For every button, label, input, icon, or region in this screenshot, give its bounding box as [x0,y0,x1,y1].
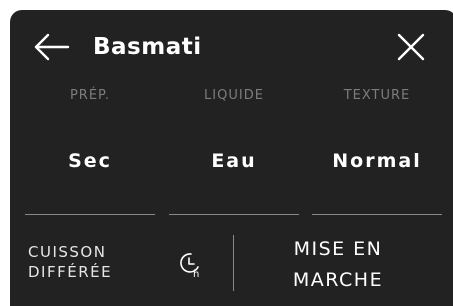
delay-time-button[interactable]: h [178,250,204,280]
cooking-program-screen: Basmati PRÉP. Sec LIQUIDE Eau TEXTURE No… [10,10,453,306]
header: Basmati [10,10,453,80]
start-label-line2: MARCHE [292,269,384,291]
delayed-cooking-button[interactable]: CUISSON DIFFÉRÉE [28,242,112,282]
clock-unit-label: h [193,269,199,280]
setting-value-texture[interactable]: Normal [312,150,442,172]
setting-underline [25,214,155,215]
clock-hours-icon: h [180,253,199,280]
setting-value-prep[interactable]: Sec [25,150,155,172]
setting-label: PRÉP. [69,88,111,103]
delayed-cooking-label-line2: DIFFÉRÉE [28,263,113,281]
setting-label: TEXTURE [343,88,411,103]
start-button[interactable]: MISE EN MARCHE [278,234,398,296]
start-label-line1: MISE EN [293,238,383,260]
back-button[interactable] [32,32,70,62]
setting-label: LIQUIDE [204,88,264,103]
setting-underline [312,214,442,215]
close-icon [397,33,425,61]
page-title: Basmati [93,34,202,60]
arrow-left-icon [34,33,70,61]
setting-underline [169,214,299,215]
delayed-cooking-label-line1: CUISSON [28,243,107,261]
footer-divider [233,235,234,291]
footer: CUISSON DIFFÉRÉE h MISE EN MARCHE [10,230,453,306]
setting-value-liquid[interactable]: Eau [169,150,299,172]
close-button[interactable] [395,31,427,63]
